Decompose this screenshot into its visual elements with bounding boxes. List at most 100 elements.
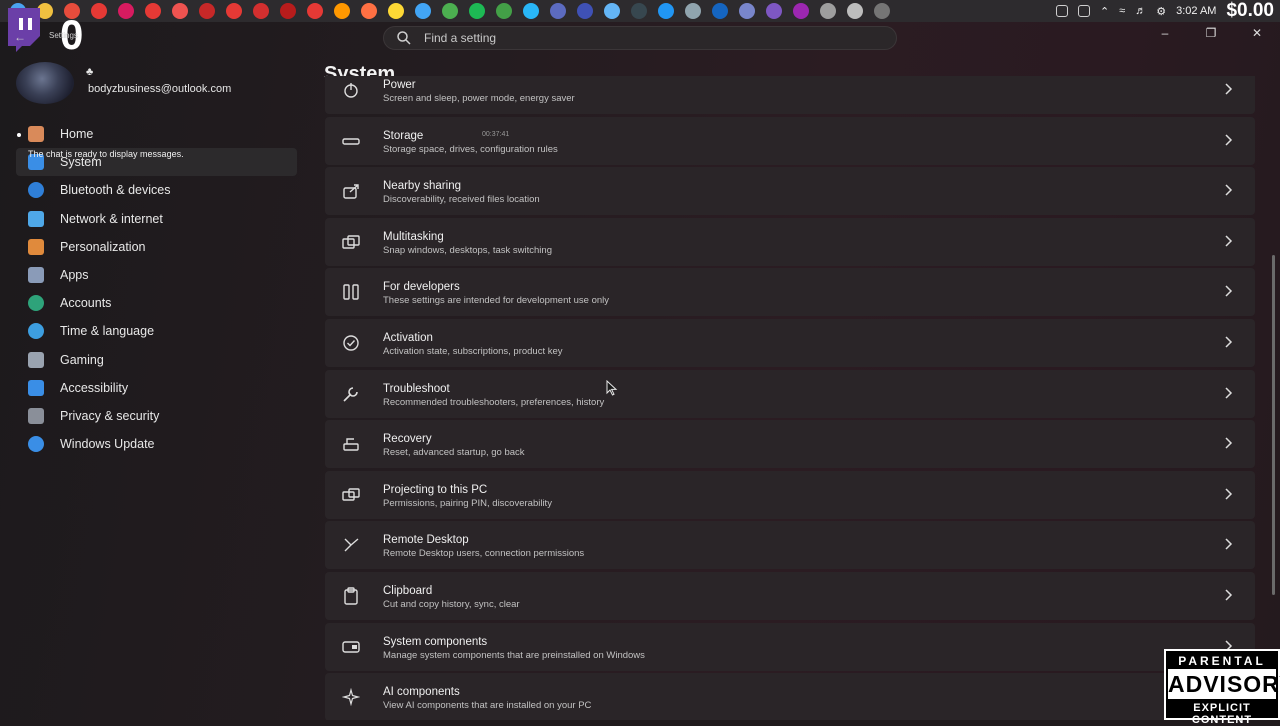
- settings-row-clipboard[interactable]: Clipboard Cut and copy history, sync, cle…: [325, 572, 1255, 620]
- sidebar-item-bluetooth-devices[interactable]: Bluetooth & devices: [16, 176, 297, 204]
- settings-row-activation[interactable]: Activation Activation state, subscription…: [325, 319, 1255, 367]
- restore-icon[interactable]: ❐: [1188, 24, 1234, 42]
- advisory-line3: EXPLICIT CONTENT: [1191, 702, 1253, 726]
- multitasking-icon: [342, 235, 360, 249]
- mouse-cursor-icon: [606, 380, 618, 396]
- sidebar-item-time-language[interactable]: Time & language: [16, 317, 297, 345]
- row-subtitle: Storage space, drives, configuration rul…: [383, 143, 558, 155]
- tray-icon-2[interactable]: [1077, 5, 1090, 17]
- bluetooth-icon: [28, 182, 44, 199]
- account-email: bodyzbusiness@outlook.com: [88, 83, 232, 95]
- app-icon-gray-2[interactable]: [847, 3, 863, 19]
- sidebar-item-personalization[interactable]: Personalization: [16, 233, 297, 261]
- settings-row-multitasking[interactable]: Multitasking Snap windows, desktops, task…: [325, 217, 1255, 266]
- sidebar-item-apps[interactable]: Apps: [16, 261, 297, 289]
- row-title: Multitasking: [383, 230, 444, 243]
- app-icon-red-1[interactable]: [91, 3, 107, 19]
- storage-icon: [342, 137, 360, 145]
- app-icon-blue-5[interactable]: [658, 3, 674, 19]
- steam-icon[interactable]: [685, 3, 701, 19]
- settings-row-troubleshoot[interactable]: Troubleshoot Recommended troubleshooters,…: [325, 369, 1255, 418]
- chevron-right-icon: [1225, 437, 1233, 449]
- minimize-icon[interactable]: –: [1142, 24, 1188, 42]
- sidebar-item-label: Windows Update: [60, 437, 155, 452]
- taskbar-app-icons: [10, 3, 890, 19]
- home-icon: [28, 126, 44, 143]
- advisory-line2: ADVISORY: [1168, 669, 1280, 699]
- settings-row-power[interactable]: Power Screen and sleep, power mode, energ…: [325, 76, 1255, 114]
- search-box[interactable]: [383, 26, 897, 50]
- app-icon-red-4[interactable]: [172, 3, 188, 19]
- sidebar-item-label: Time & language: [60, 324, 155, 339]
- app-icon-red-7[interactable]: [253, 3, 269, 19]
- discord-icon-2[interactable]: [766, 3, 782, 19]
- system-tray: ⌃ ≈ ♬ ⚙ 3:02 AM $0.00: [1055, 0, 1274, 22]
- chevron-right-icon: [1225, 589, 1233, 601]
- chevron-up-icon[interactable]: ⌃: [1100, 5, 1109, 18]
- sidebar-item-label: Home: [60, 127, 94, 142]
- taskbar: ⌃ ≈ ♬ ⚙ 3:02 AM $0.00: [0, 0, 1280, 22]
- settings-row-nearby-sharing[interactable]: Nearby sharing Discoverability, received …: [325, 167, 1255, 216]
- settings-row-ai-components[interactable]: AI components View AI components that are…: [325, 673, 1255, 720]
- app-icon-yellow[interactable]: [388, 3, 404, 19]
- scrollbar[interactable]: [1272, 255, 1275, 595]
- edge-icon[interactable]: [523, 3, 539, 19]
- app-icon-red-3[interactable]: [145, 3, 161, 19]
- settings-row-recovery[interactable]: Recovery Reset, advanced startup, go back: [325, 420, 1255, 469]
- globe-icon: [28, 323, 44, 340]
- search-input[interactable]: [422, 30, 866, 46]
- sidebar-item-home[interactable]: Home: [16, 120, 297, 148]
- app-icon-red-2[interactable]: [118, 3, 134, 19]
- back-arrow-icon[interactable]: ←: [14, 30, 26, 44]
- app-icon-blue-3[interactable]: [577, 3, 593, 19]
- row-subtitle: Remote Desktop users, connection permiss…: [383, 548, 585, 560]
- app-icon-red-6[interactable]: [226, 3, 242, 19]
- app-icon-blue-2[interactable]: [550, 3, 566, 19]
- clock[interactable]: 3:02 AM: [1176, 5, 1216, 17]
- sidebar-item-network-internet[interactable]: Network & internet: [16, 205, 297, 233]
- avatar[interactable]: [16, 62, 74, 104]
- app-icon-gray-3[interactable]: [874, 3, 890, 19]
- firefox-icon[interactable]: [361, 3, 377, 19]
- sidebar-item-windows-update[interactable]: Windows Update: [16, 430, 297, 458]
- settings-gear-icon[interactable]: ⚙: [1156, 5, 1166, 18]
- shield-icon: [28, 407, 44, 424]
- settings-label: Settings: [49, 31, 78, 40]
- discord-icon[interactable]: [739, 3, 755, 19]
- settings-row-remote-desktop[interactable]: Remote Desktop Remote Desktop users, conn…: [325, 521, 1255, 570]
- components-icon: [342, 640, 360, 653]
- app-icon-blue-1[interactable]: [415, 3, 431, 19]
- settings-row-for-developers[interactable]: For developers These settings are intende…: [325, 268, 1255, 317]
- row-title: Nearby sharing: [383, 180, 461, 193]
- sidebar-item-label: Apps: [60, 268, 89, 283]
- app-icon-green[interactable]: [496, 3, 512, 19]
- app-icon-red-5[interactable]: [199, 3, 215, 19]
- app-icon-orange[interactable]: [334, 3, 350, 19]
- settings-row-projecting-to-this-pc[interactable]: Projecting to this PC Permissions, pairin…: [325, 470, 1255, 519]
- sidebar-item-privacy-security[interactable]: Privacy & security: [16, 402, 297, 430]
- share-icon: [343, 184, 359, 199]
- remote-desktop-icon: [344, 538, 359, 552]
- settings-row-storage[interactable]: Storage Storage space, drives, configurat…: [325, 116, 1255, 165]
- app-icon-gray-1[interactable]: [820, 3, 836, 19]
- app-icon-purple[interactable]: [793, 3, 809, 19]
- photoshop-icon[interactable]: [712, 3, 728, 19]
- tray-icon-1[interactable]: [1055, 5, 1068, 17]
- app-icon-blue-4[interactable]: [604, 3, 620, 19]
- chrome-icon-2[interactable]: [442, 3, 458, 19]
- close-icon[interactable]: ✕: [1234, 24, 1280, 42]
- volume-icon[interactable]: ♬: [1135, 5, 1146, 17]
- sidebar-item-accounts[interactable]: Accounts: [16, 289, 297, 317]
- settings-row-system-components[interactable]: System components Manage system component…: [325, 622, 1255, 671]
- sidebar-item-label: Accounts: [60, 296, 112, 311]
- spotify-icon[interactable]: [469, 3, 485, 19]
- app-icon-red-9[interactable]: [307, 3, 323, 19]
- sidebar-item-gaming[interactable]: Gaming: [16, 346, 297, 374]
- app-icon-dark[interactable]: [631, 3, 647, 19]
- app-icon-red-8[interactable]: [280, 3, 296, 19]
- wifi-icon[interactable]: ≈: [1119, 5, 1125, 17]
- accounts-icon: [28, 295, 44, 312]
- activation-icon: [343, 335, 359, 351]
- row-subtitle: Permissions, pairing PIN, discoverabilit…: [383, 497, 552, 509]
- sidebar-item-accessibility[interactable]: Accessibility: [16, 374, 297, 402]
